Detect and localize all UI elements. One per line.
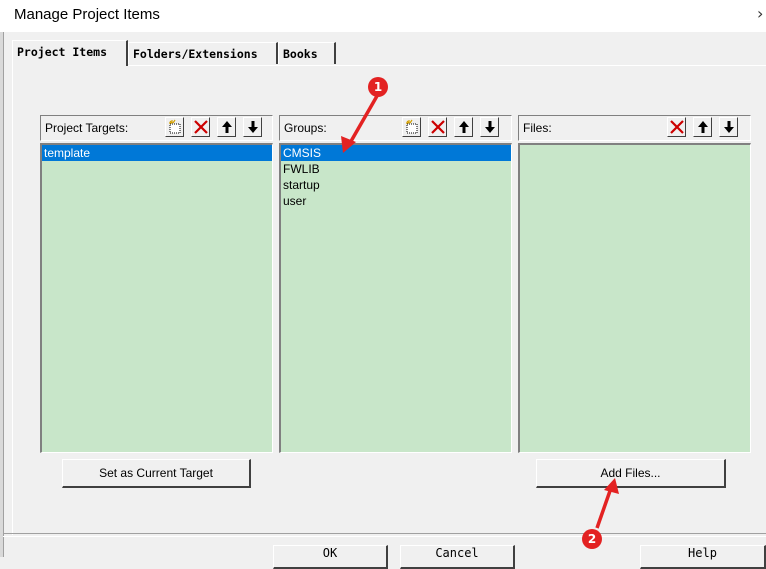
new-icon bbox=[406, 119, 418, 134]
annotation-badge-1: 1 bbox=[368, 77, 388, 97]
move-up-icon bbox=[698, 121, 708, 133]
title-bar: Manage Project Items › bbox=[0, 0, 766, 32]
new-icon bbox=[169, 119, 181, 134]
help-button[interactable]: Help bbox=[640, 545, 766, 569]
new-group-button[interactable] bbox=[402, 117, 421, 137]
window-title: Manage Project Items bbox=[14, 6, 160, 23]
delete-group-button[interactable] bbox=[428, 117, 447, 137]
groups-label: Groups: bbox=[284, 121, 327, 135]
project-targets-label: Project Targets: bbox=[45, 121, 129, 135]
delete-icon bbox=[670, 120, 684, 134]
list-item[interactable]: startup bbox=[281, 177, 511, 193]
delete-target-button[interactable] bbox=[191, 117, 210, 137]
new-target-button[interactable] bbox=[165, 117, 184, 137]
bottom-separator bbox=[3, 533, 766, 537]
move-up-icon bbox=[222, 121, 232, 133]
files-list[interactable] bbox=[518, 143, 751, 453]
move-target-up-button[interactable] bbox=[217, 117, 236, 137]
list-item[interactable]: template bbox=[42, 145, 272, 161]
set-current-target-button[interactable]: Set as Current Target bbox=[62, 459, 251, 488]
tab-books[interactable]: Books bbox=[278, 42, 336, 64]
move-target-down-button[interactable] bbox=[243, 117, 262, 137]
move-file-down-button[interactable] bbox=[719, 117, 738, 137]
cancel-button[interactable]: Cancel bbox=[400, 545, 515, 569]
move-down-icon bbox=[485, 121, 495, 133]
groups-header: Groups: bbox=[279, 115, 512, 141]
delete-icon bbox=[431, 120, 445, 134]
move-down-icon bbox=[248, 121, 258, 133]
close-icon[interactable]: › bbox=[757, 4, 763, 23]
delete-file-button[interactable] bbox=[667, 117, 686, 137]
add-files-button[interactable]: Add Files... bbox=[536, 459, 726, 488]
move-down-icon bbox=[724, 121, 734, 133]
list-item[interactable]: user bbox=[281, 193, 511, 209]
delete-icon bbox=[194, 120, 208, 134]
tab-project-items[interactable]: Project Items bbox=[12, 40, 128, 66]
list-item[interactable]: CMSIS bbox=[281, 145, 511, 161]
ok-button[interactable]: OK bbox=[273, 545, 388, 569]
files-header: Files: bbox=[518, 115, 751, 141]
project-targets-list[interactable]: template bbox=[40, 143, 273, 453]
annotation-badge-2: 2 bbox=[582, 529, 602, 549]
move-file-up-button[interactable] bbox=[693, 117, 712, 137]
move-up-icon bbox=[459, 121, 469, 133]
move-group-up-button[interactable] bbox=[454, 117, 473, 137]
tab-folders-extensions[interactable]: Folders/Extensions bbox=[128, 42, 278, 64]
list-item[interactable]: FWLIB bbox=[281, 161, 511, 177]
window-left-border bbox=[0, 32, 4, 557]
groups-list[interactable]: CMSIS FWLIB startup user bbox=[279, 143, 512, 453]
files-label: Files: bbox=[523, 121, 552, 135]
project-targets-header: Project Targets: bbox=[40, 115, 273, 141]
move-group-down-button[interactable] bbox=[480, 117, 499, 137]
